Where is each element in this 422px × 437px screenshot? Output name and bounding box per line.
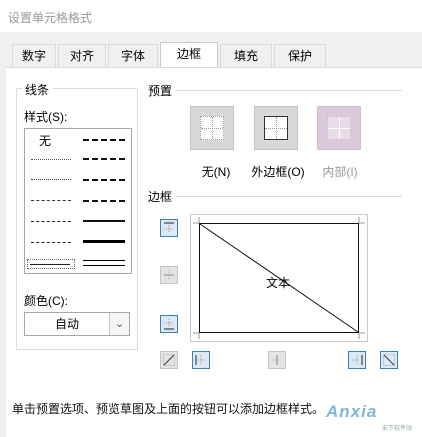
line-style-medium-dashed-option[interactable] xyxy=(83,200,125,202)
line-style-slant-dash-dot-option[interactable] xyxy=(83,158,125,160)
watermark-logo: Anxia xyxy=(326,402,378,421)
window-title: 设置单元格格式 xyxy=(8,11,93,25)
title-bar: 设置单元格格式 xyxy=(0,0,422,32)
border-inside-vertical-button[interactable] xyxy=(268,351,286,369)
preset-outline-label: 外边框(O) xyxy=(251,165,305,179)
border-right-button[interactable] xyxy=(348,351,366,369)
border-left-icon xyxy=(195,355,206,365)
line-style-medium-dash-dot-option[interactable] xyxy=(83,179,125,181)
border-bottom-icon xyxy=(164,319,174,330)
tab-alignment[interactable]: 对齐 xyxy=(58,44,106,67)
preset-none-label: 无(N) xyxy=(201,165,231,179)
border-inside-vertical-icon xyxy=(272,355,282,365)
line-color-label: 颜色(C): xyxy=(24,294,68,308)
line-style-double-option[interactable] xyxy=(83,260,125,266)
line-style-thick-option[interactable] xyxy=(83,240,125,243)
preset-none-button[interactable] xyxy=(190,106,234,150)
border-inside-horizontal-icon xyxy=(164,270,174,280)
preset-none-icon xyxy=(200,116,224,140)
border-diagonal-up-icon xyxy=(163,354,175,366)
line-style-dashed-option[interactable] xyxy=(31,242,71,243)
border-top-button[interactable] xyxy=(160,219,178,237)
preset-outline-button[interactable] xyxy=(254,106,298,150)
line-style-dash-dot-option[interactable] xyxy=(31,221,71,222)
tab-protection[interactable]: 保护 xyxy=(274,44,326,67)
border-right-icon xyxy=(352,355,363,365)
preset-inside-label: 内部(I) xyxy=(322,165,358,179)
line-style-hair-option[interactable] xyxy=(31,159,71,160)
border-label: 边框 xyxy=(148,190,173,204)
tab-font[interactable]: 字体 xyxy=(108,44,158,67)
preset-inside-button[interactable] xyxy=(317,106,361,150)
line-color-select[interactable]: 自动 ⌄ xyxy=(24,312,130,336)
watermark-subtext: 安下软件站 xyxy=(382,426,413,432)
line-style-none-option[interactable] xyxy=(29,133,75,149)
line-style-none-label: 无 xyxy=(39,134,52,148)
line-style-dash-dot-dot-option[interactable] xyxy=(31,200,71,201)
border-diagonal-up-button[interactable] xyxy=(160,351,178,369)
line-style-dotted-option[interactable] xyxy=(31,179,71,180)
presets-label: 预置 xyxy=(148,84,173,98)
border-diagonal-down-icon xyxy=(383,354,395,366)
border-inside-horizontal-button[interactable] xyxy=(160,266,178,284)
border-divider xyxy=(176,196,402,197)
border-diagonal-down-button[interactable] xyxy=(380,351,398,369)
line-style-list[interactable] xyxy=(24,128,132,274)
line-group-label: 线条 xyxy=(22,81,53,98)
line-style-thin-option[interactable] xyxy=(27,259,75,269)
border-left-button[interactable] xyxy=(192,351,210,369)
line-style-medium-dash-dot-dot-option[interactable] xyxy=(83,139,125,141)
tab-number[interactable]: 数字 xyxy=(12,44,56,67)
preset-outline-icon xyxy=(264,116,288,140)
border-hint-text: 单击预置选项、预览草图及上面的按钮可以添加边框样式。 xyxy=(12,402,325,416)
preset-inside-icon xyxy=(327,116,351,140)
chevron-down-icon[interactable]: ⌄ xyxy=(109,313,129,335)
border-top-icon xyxy=(164,222,174,233)
line-style-label: 样式(S): xyxy=(24,110,68,124)
line-style-medium-option[interactable] xyxy=(83,220,125,222)
tab-border[interactable]: 边框 xyxy=(160,42,218,67)
presets-divider xyxy=(176,90,402,91)
tab-fill[interactable]: 填充 xyxy=(220,44,272,67)
line-color-value: 自动 xyxy=(54,317,79,331)
preview-text: 文本 xyxy=(266,276,291,290)
border-bottom-button[interactable] xyxy=(160,315,178,333)
